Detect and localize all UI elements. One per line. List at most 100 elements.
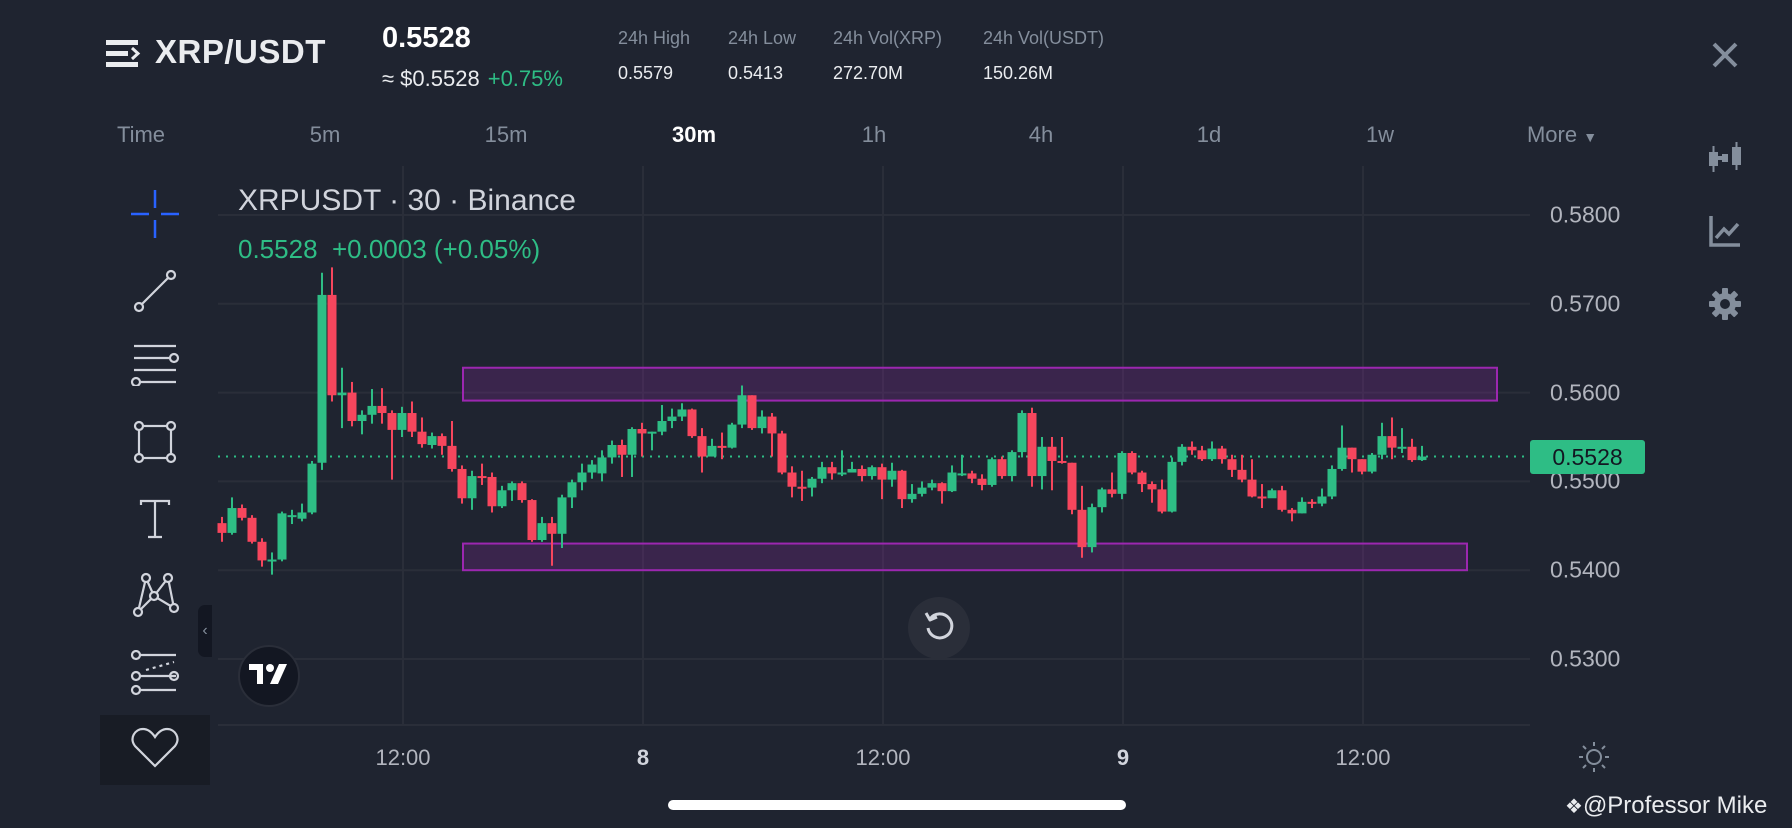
candle-up bbox=[557, 494, 567, 548]
candle-body bbox=[997, 459, 1007, 477]
candle-up bbox=[1267, 488, 1277, 499]
price-axis-label: 0.5600 bbox=[1550, 379, 1621, 406]
candle-body bbox=[747, 395, 757, 429]
candle-up bbox=[267, 552, 277, 575]
candle-down bbox=[1347, 447, 1357, 473]
candle-down bbox=[937, 482, 947, 504]
candle-body bbox=[587, 464, 597, 473]
candle-body bbox=[857, 468, 867, 477]
candle-up bbox=[867, 465, 877, 480]
candle-body bbox=[717, 445, 727, 448]
candle-body bbox=[347, 392, 357, 422]
candle-up bbox=[1087, 503, 1097, 553]
candle-body bbox=[457, 468, 467, 499]
tradingview-logo[interactable] bbox=[238, 645, 300, 707]
candle-down bbox=[1227, 454, 1237, 477]
candle-up bbox=[577, 463, 587, 491]
support-zone bbox=[462, 542, 1468, 572]
candle-down bbox=[1137, 470, 1147, 493]
candle-body bbox=[1197, 450, 1207, 460]
candle-down bbox=[687, 408, 697, 438]
candle-body bbox=[657, 421, 667, 432]
candle-body bbox=[597, 457, 607, 474]
candle-body bbox=[567, 482, 577, 498]
candle-down bbox=[217, 516, 227, 542]
candle-up bbox=[367, 389, 377, 424]
candle-body bbox=[1107, 489, 1117, 494]
candle-down bbox=[797, 470, 807, 501]
candle-body bbox=[807, 478, 817, 488]
candle-body bbox=[1257, 496, 1267, 499]
candle-up bbox=[297, 503, 307, 522]
candle-body bbox=[287, 515, 297, 518]
candle-down bbox=[857, 465, 867, 482]
theme-toggle[interactable] bbox=[1578, 741, 1610, 773]
candle-up bbox=[1317, 488, 1327, 507]
candle-up bbox=[587, 460, 597, 479]
candle-down bbox=[1127, 451, 1137, 475]
candle-down bbox=[1237, 454, 1247, 483]
candle-body bbox=[957, 473, 967, 476]
candle-body bbox=[397, 413, 407, 430]
candle-body bbox=[977, 478, 987, 485]
candle-body bbox=[247, 517, 257, 542]
candle-up bbox=[397, 406, 407, 437]
candle-down bbox=[327, 267, 337, 402]
candle-body bbox=[1347, 447, 1357, 460]
candle-body bbox=[1097, 489, 1107, 508]
candle-body bbox=[297, 512, 307, 519]
candle-body bbox=[327, 294, 337, 396]
candle-body bbox=[727, 424, 737, 448]
reset-chart-button[interactable] bbox=[908, 597, 970, 659]
candle-up bbox=[727, 422, 737, 449]
candle-body bbox=[1037, 446, 1047, 477]
candle-body bbox=[1337, 447, 1347, 469]
sun-icon bbox=[1578, 742, 1610, 777]
candle-up bbox=[837, 450, 847, 477]
candle-body bbox=[357, 414, 367, 422]
candle-body bbox=[1317, 496, 1327, 504]
candle-body bbox=[737, 395, 747, 425]
candle-up bbox=[287, 509, 297, 525]
candle-up bbox=[307, 460, 317, 515]
candle-down bbox=[1107, 472, 1117, 498]
watermark: ❖@Professor Mike bbox=[1565, 792, 1767, 820]
candle-body bbox=[277, 513, 287, 560]
tradingview-logo-icon bbox=[249, 662, 289, 691]
price-axis-label: 0.5800 bbox=[1550, 201, 1621, 228]
candle-up bbox=[1117, 451, 1127, 500]
candle-body bbox=[1237, 469, 1247, 480]
candle-body bbox=[887, 470, 897, 480]
candle-up bbox=[667, 408, 677, 429]
candle-body bbox=[307, 463, 317, 513]
time-axis-label: 12:00 bbox=[855, 745, 911, 770]
candle-down bbox=[1217, 445, 1227, 464]
candle-up bbox=[1177, 444, 1187, 466]
time-axis-label: 8 bbox=[636, 745, 650, 770]
candle-body bbox=[417, 431, 427, 445]
candle-up bbox=[357, 410, 367, 435]
candle-body bbox=[617, 444, 627, 455]
reset-icon bbox=[922, 609, 956, 648]
candle-down bbox=[637, 422, 647, 457]
price-axis-label: 0.5700 bbox=[1550, 290, 1621, 317]
candle-up bbox=[1007, 450, 1017, 482]
home-indicator[interactable] bbox=[668, 800, 1126, 810]
candle-down bbox=[897, 469, 907, 509]
candle-body bbox=[1357, 459, 1367, 472]
candle-up bbox=[1167, 457, 1177, 513]
candle-down bbox=[1157, 479, 1167, 514]
candle-body bbox=[907, 493, 917, 500]
candle-body bbox=[527, 500, 537, 541]
candle-body bbox=[1387, 436, 1397, 448]
candle-body bbox=[1417, 456, 1427, 461]
chart-price-legend: 0.5528 +0.0003 (+0.05%) bbox=[238, 234, 541, 264]
candle-body bbox=[647, 431, 657, 434]
candle-body bbox=[477, 476, 487, 479]
candle-down bbox=[1147, 481, 1157, 503]
candle-body bbox=[387, 413, 397, 430]
candle-up bbox=[1337, 425, 1347, 471]
candle-body bbox=[517, 483, 527, 501]
candle-up bbox=[847, 461, 857, 473]
candle-body bbox=[1077, 509, 1087, 548]
